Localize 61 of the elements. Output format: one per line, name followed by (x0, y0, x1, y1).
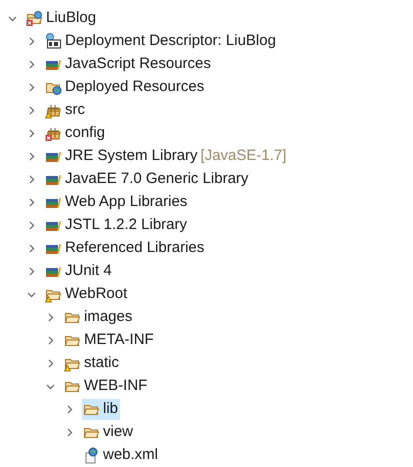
tree-item-label: images (84, 307, 132, 328)
tree-item-label: WebRoot (65, 284, 128, 304)
chevron-right-icon[interactable] (27, 106, 36, 115)
tree-item-label: WEB-INF (84, 376, 148, 396)
tree-item-label: JRE System Library (65, 146, 198, 166)
tree-item-label: JavaScript Resources (65, 54, 211, 74)
tree-item[interactable]: META-INF (63, 330, 156, 351)
chevron-right-icon[interactable] (27, 244, 36, 253)
chevron-right-icon[interactable] (27, 83, 36, 92)
chevron-right-icon[interactable] (27, 175, 36, 184)
chevron-down-icon[interactable] (46, 382, 55, 391)
tree-item[interactable]: config (44, 123, 108, 144)
tree-item-label: web.xml (103, 445, 158, 466)
tree-item[interactable]: WebRoot (44, 284, 130, 305)
chevron-right-icon[interactable] (27, 198, 36, 207)
tree-item[interactable]: lib (82, 399, 120, 420)
tree-item-label: view (103, 422, 134, 442)
project-icon (26, 10, 43, 27)
tree-item[interactable]: view (82, 422, 136, 443)
tree-item[interactable]: web.xml (82, 445, 160, 466)
tree-item[interactable]: JavaScript Resources (44, 54, 213, 75)
chevron-right-icon[interactable] (27, 221, 36, 230)
tree-item-label: src (65, 100, 85, 120)
chevron-right-icon[interactable] (27, 129, 36, 138)
tree-item-label: LiuBlog (46, 8, 96, 28)
chevron-right-icon[interactable] (46, 336, 55, 345)
chevron-right-icon[interactable] (46, 313, 55, 322)
tree-item[interactable]: JRE System Library [JavaSE-1.7] (44, 146, 288, 167)
tree-item-label: Deployed Resources (65, 77, 204, 98)
tree-item-label: static (84, 353, 120, 374)
chevron-right-icon[interactable] (27, 60, 36, 69)
descriptor-icon (45, 33, 62, 50)
chevron-right-icon[interactable] (27, 267, 36, 276)
tree-item-decoration: [JavaSE-1.7] (200, 146, 286, 166)
package-warning-icon (45, 102, 62, 119)
tree-item[interactable]: Referenced Libraries (44, 238, 206, 259)
tree-item[interactable]: Web App Libraries (44, 192, 190, 213)
tree-item-label: META-INF (84, 330, 154, 350)
tree-item[interactable]: static (63, 353, 122, 374)
tree-item-label: lib (103, 399, 118, 420)
tree-item[interactable]: JSTL 1.2.2 Library (44, 215, 189, 236)
chevron-right-icon[interactable] (46, 359, 55, 368)
tree-item-label: JUnit 4 (65, 261, 112, 282)
tree-item[interactable]: Deployed Resources (44, 77, 206, 98)
tree-item-label: config (65, 123, 106, 144)
package-error-icon (45, 125, 62, 142)
chevron-right-icon[interactable] (27, 37, 36, 46)
tree-item-label: Web App Libraries (65, 192, 188, 212)
xml-file-icon (83, 447, 100, 464)
tree-item[interactable]: JUnit 4 (44, 261, 114, 282)
tree-item-label: Referenced Libraries (65, 238, 204, 258)
chevron-right-icon[interactable] (65, 428, 74, 437)
chevron-down-icon[interactable] (27, 290, 36, 299)
chevron-down-icon[interactable] (8, 14, 17, 23)
tree-item[interactable]: WEB-INF (63, 376, 150, 397)
chevron-right-icon[interactable] (65, 405, 74, 414)
tree-item[interactable]: images (63, 307, 134, 328)
chevron-right-icon[interactable] (27, 152, 36, 161)
tree-item[interactable]: src (44, 100, 87, 121)
tree-item-label: JSTL 1.2.2 Library (65, 215, 187, 236)
tree-item[interactable]: LiuBlog (25, 8, 98, 29)
